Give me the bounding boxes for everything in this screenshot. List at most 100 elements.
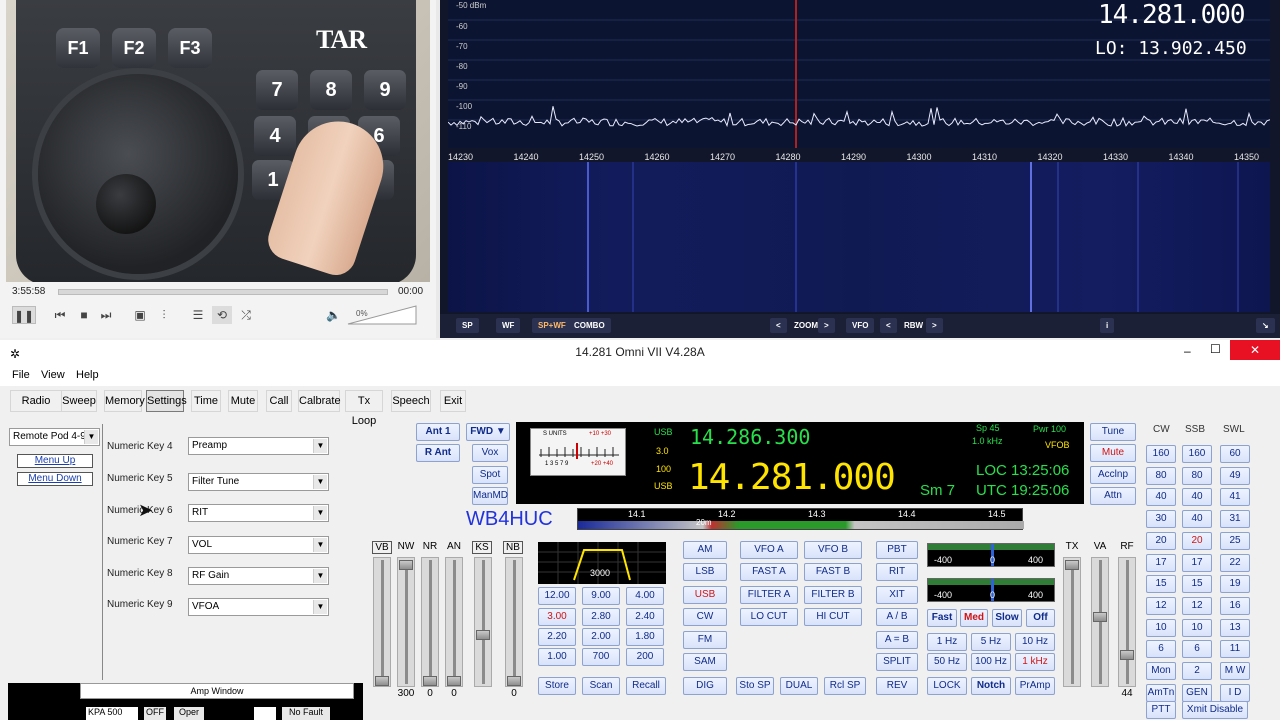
band-button[interactable]: 6 — [1146, 640, 1176, 659]
mute-button[interactable]: Mute — [1090, 444, 1136, 462]
bw-button[interactable]: 700 — [582, 648, 620, 666]
filter-a-button[interactable]: FILTER A — [740, 586, 798, 604]
tab-calbrate[interactable]: Calbrate — [298, 390, 341, 412]
tx-slider[interactable] — [1063, 557, 1081, 687]
mode-am-button[interactable]: AM — [683, 541, 727, 559]
filter-display[interactable]: 3000 — [538, 542, 666, 584]
band-button[interactable]: 49 — [1220, 466, 1250, 485]
fullscreen-icon[interactable]: ▣ — [130, 306, 150, 324]
band-button[interactable]: 41 — [1220, 488, 1250, 507]
band-button[interactable]: 2 — [1182, 662, 1212, 680]
vfo-b-button[interactable]: VFO B — [804, 541, 862, 559]
previous-icon[interactable]: ⏮ — [50, 306, 70, 324]
bw-button[interactable]: 2.00 — [582, 628, 620, 646]
mode-dig-button[interactable]: DIG — [683, 677, 727, 695]
numeric-key-5-select[interactable]: Filter Tune ▼ — [188, 473, 329, 491]
tab-call[interactable]: Call — [266, 390, 292, 412]
tab-radio[interactable]: Radio — [10, 390, 62, 412]
spot-button[interactable]: Spot — [472, 466, 508, 484]
fast-b-button[interactable]: FAST B — [804, 563, 862, 581]
step-1khz-button[interactable]: 1 kHz — [1015, 653, 1055, 671]
video-frame[interactable]: F1 F2 F3 TAR 7 8 9 4 5 6 1 2 3 — [6, 0, 430, 282]
band-button[interactable]: 40 — [1182, 510, 1212, 529]
band-button[interactable]: 17 — [1146, 553, 1176, 572]
numeric-key-9-select[interactable]: VFOA ▼ — [188, 598, 329, 616]
bw-button[interactable]: 12.00 — [538, 587, 576, 605]
notch-button[interactable]: Notch — [971, 677, 1011, 695]
mode-sam-button[interactable]: SAM — [683, 653, 727, 671]
nw-slider[interactable] — [397, 557, 415, 687]
bw-button[interactable]: 2.80 — [582, 608, 620, 626]
lock-button[interactable]: LOCK — [927, 677, 967, 695]
tab-time[interactable]: Time — [191, 390, 221, 412]
band-button[interactable]: 80 — [1146, 466, 1176, 485]
tab-mute[interactable]: Mute — [228, 390, 258, 412]
pod-select[interactable]: Remote Pod 4-9 ▼ — [9, 428, 100, 446]
tab-memory[interactable]: Memory — [104, 390, 145, 412]
combo-button[interactable]: COMBO — [568, 318, 611, 333]
rbw-right-icon[interactable]: > — [926, 318, 943, 333]
band-button[interactable]: 160 — [1146, 445, 1176, 463]
amp-oper-button[interactable]: Oper — [174, 707, 204, 720]
band-button[interactable]: 12 — [1182, 596, 1212, 615]
step-1hz-button[interactable]: 1 Hz — [927, 633, 967, 651]
rant-button[interactable]: R Ant — [416, 444, 460, 462]
a-equals-b-button[interactable]: A = B — [876, 631, 918, 649]
stop-icon[interactable]: ■ — [74, 306, 94, 324]
fast-a-button[interactable]: FAST A — [740, 563, 798, 581]
mode-usb-button[interactable]: USB — [683, 586, 727, 604]
fwd-button[interactable]: FWD ▼ — [466, 423, 510, 441]
pbt-scale[interactable]: -400 0 400 — [927, 543, 1055, 567]
band-button[interactable]: I D — [1220, 683, 1250, 702]
band-button[interactable]: 16 — [1220, 596, 1250, 615]
seek-bar[interactable] — [58, 289, 388, 295]
band-scale[interactable]: 14.1 14.2 14.3 14.4 14.5 20m — [577, 508, 1024, 530]
manmd-button[interactable]: ManMD — [472, 487, 508, 505]
rit-scale[interactable]: -400 0 400 — [927, 578, 1055, 602]
menu-file[interactable]: File — [12, 369, 30, 381]
an-slider[interactable] — [445, 557, 463, 687]
tab-settings[interactable]: Settings — [146, 390, 187, 412]
ptt-button[interactable]: PTT — [1146, 701, 1176, 719]
bw-button[interactable]: 3.00 — [538, 608, 576, 626]
vfo-button[interactable]: VFO — [846, 318, 875, 333]
sto-sp-button[interactable]: Sto SP — [736, 677, 774, 695]
xmit-disable-button[interactable]: Xmit Disable — [1182, 701, 1248, 719]
ks-slider[interactable] — [474, 557, 492, 687]
scan-button[interactable]: Scan — [582, 677, 620, 695]
recall-button[interactable]: Recall — [626, 677, 666, 695]
volume-slider[interactable]: 0% — [346, 304, 418, 326]
band-button[interactable]: 20 — [1146, 531, 1176, 550]
minimize-icon[interactable]: ‒ — [1184, 344, 1191, 358]
bw-button[interactable]: 4.00 — [626, 587, 664, 605]
band-button[interactable]: 22 — [1220, 553, 1250, 572]
zoom-right-icon[interactable]: > — [818, 318, 835, 333]
step-100hz-button[interactable]: 100 Hz — [971, 653, 1011, 671]
wf-button[interactable]: WF — [496, 318, 521, 333]
band-button[interactable]: 19 — [1220, 575, 1250, 594]
speaker-icon[interactable]: 🔈 — [326, 306, 341, 324]
zoom-left-icon[interactable]: < — [770, 318, 787, 333]
va-slider[interactable] — [1091, 557, 1109, 687]
tab-exit[interactable]: Exit — [440, 390, 466, 412]
sp-button[interactable]: SP — [456, 318, 479, 333]
settings-icon[interactable]: ⫶ — [154, 306, 174, 324]
band-button[interactable]: 40 — [1146, 488, 1176, 507]
amp-off-button[interactable]: OFF — [144, 707, 166, 720]
dual-button[interactable]: DUAL — [780, 677, 818, 695]
pbt-button[interactable]: PBT — [876, 541, 918, 559]
band-button[interactable]: 40 — [1182, 488, 1212, 507]
numeric-key-8-select[interactable]: RF Gain ▼ — [188, 567, 329, 585]
step-50hz-button[interactable]: 50 Hz — [927, 653, 967, 671]
band-button[interactable]: AmTn — [1146, 683, 1176, 702]
band-button[interactable]: 15 — [1182, 575, 1212, 594]
band-button[interactable]: 10 — [1182, 618, 1212, 637]
rev-button[interactable]: REV — [876, 677, 918, 695]
nb-slider[interactable] — [505, 557, 523, 687]
band-button[interactable]: 12 — [1146, 596, 1176, 615]
mode-fm-button[interactable]: FM — [683, 631, 727, 649]
menu-up-button[interactable]: Menu Up — [17, 454, 93, 468]
spwf-button[interactable]: SP+WF — [532, 318, 572, 333]
speed-slow-button[interactable]: Slow — [992, 609, 1022, 627]
pause-icon[interactable]: ❚❚ — [12, 306, 36, 324]
